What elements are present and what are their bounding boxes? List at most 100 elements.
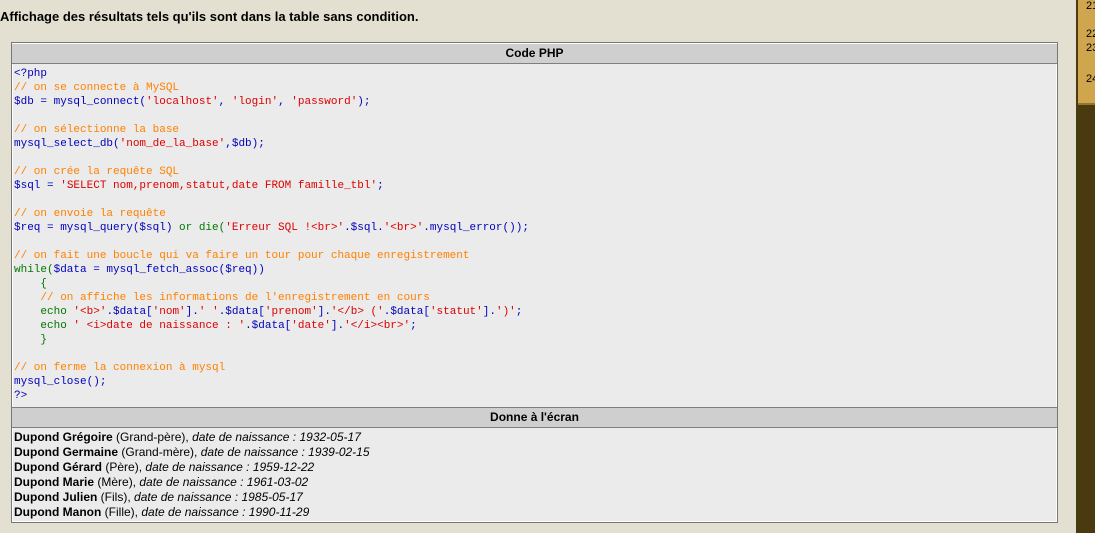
code-token: ; [377,180,384,192]
code-token: 'prenom' [264,306,318,318]
code-token: ); [357,96,371,108]
code-line: echo '<b>'.$data['nom'].' '.$data['preno… [14,305,1057,319]
code-token: 'SELECT nom,prenom,statut,date FROM fami… [60,180,378,192]
side-line-number: 22 [1086,28,1095,40]
code-token: } [14,334,48,346]
result-status: Grand-père [120,430,182,444]
code-token: { [14,278,48,290]
intro-text: Affichage des résultats tels qu'ils sont… [0,9,419,24]
code-line: mysql_select_db('nom_de_la_base',$db); [14,137,1057,151]
code-token: .$data[ [383,306,430,318]
code-line: ?> [14,389,1057,403]
code-token: ]. [482,306,496,318]
result-birthdate: date de naissance : 1985-05-17 [134,490,303,504]
birthdate-value: 1932-05-17 [299,430,361,444]
code-token: or die( [179,222,226,234]
code-line: // on se connecte à MySQL [14,81,1057,95]
code-token: 'nom' [152,306,186,318]
result-row: Dupond Germaine (Grand-mère), date de na… [14,445,370,459]
code-token: .$data[ [245,320,292,332]
code-token: 'nom_de_la_base' [119,138,226,150]
code-token: ')' [495,306,516,318]
code-token: '<br>' [383,222,424,234]
birthdate-label: date de naissance : [139,475,244,489]
code-line: // on envoie la requête [14,207,1057,221]
code-token: // on se connecte à MySQL [14,82,180,94]
result-birthdate: date de naissance : 1961-03-02 [139,475,308,489]
code-header: Code PHP [12,43,1057,64]
code-token: mysql_select_db( [14,138,120,150]
output-block: Dupond Grégoire (Grand-père), date de na… [12,428,1057,520]
result-status: Père [109,460,135,474]
code-line: } [14,333,1057,347]
code-line: $req = mysql_query($sql) or die('Erreur … [14,221,1057,235]
result-name: Dupond Gérard [14,460,103,474]
result-status: Fils [104,490,124,504]
code-line: $sql = 'SELECT nom,prenom,statut,date FR… [14,179,1057,193]
result-birthdate: date de naissance : 1939-02-15 [201,445,370,459]
code-token: ' ' [198,306,219,318]
code-token: .mysql_error()); [423,222,529,234]
code-token: '</i><br>' [344,320,411,332]
side-line-number: 21 [1086,0,1095,12]
code-line: echo ' <i>date de naissance : '.$data['d… [14,319,1057,333]
birthdate-value: 1990-11-29 [248,505,310,519]
code-line: $db = mysql_connect('localhost', 'login'… [14,95,1057,109]
code-token: mysql_close(); [14,376,107,388]
code-token: // on ferme la connexion à mysql [14,362,226,374]
result-status: Fille [108,505,131,519]
code-token: echo [14,306,74,318]
code-token: .$data[ [106,306,153,318]
code-token: '</b> (' [330,306,384,318]
code-token: .$sql. [344,222,384,234]
code-token: <?php [14,68,48,80]
code-token: .$data[ [218,306,265,318]
code-token: // on envoie la requête [14,208,166,220]
birthdate-label: date de naissance : [141,505,246,519]
code-line: // on crée la requête SQL [14,165,1057,179]
birthdate-label: date de naissance : [134,490,239,504]
result-row: Dupond Grégoire (Grand-père), date de na… [14,430,361,444]
birthdate-label: date de naissance : [192,430,297,444]
code-token: ' <i>date de naissance : ' [73,320,246,332]
result-status: Mère [101,475,129,489]
result-row: Dupond Julien (Fils), date de naissance … [14,490,303,504]
result-birthdate: date de naissance : 1959-12-22 [145,460,314,474]
code-token: // on affiche les informations de l'enre… [14,292,430,304]
code-token: echo [14,320,74,332]
code-token: 'password' [291,96,358,108]
birthdate-label: date de naissance : [145,460,250,474]
code-token: $data = mysql_fetch_assoc($req)) [53,264,265,276]
php-code-block: <?php// on se connecte à MySQL $db = mysq… [12,64,1057,407]
code-token: // on fait une boucle qui va faire un to… [14,250,470,262]
code-line: mysql_close(); [14,375,1057,389]
output-header: Donne à l'écran [12,407,1057,428]
code-token: 'localhost' [146,96,219,108]
line-number-panel: 21 22 23 24 [1078,0,1095,105]
code-token: $req = mysql_query($sql) [14,222,180,234]
code-line: // on affiche les informations de l'enre… [14,291,1057,305]
code-token: $db = mysql_connect( [14,96,147,108]
birthdate-value: 1961-03-02 [246,475,309,489]
code-token: ?> [14,390,28,402]
side-line-number: 24 [1086,73,1095,85]
code-token: 'statut' [429,306,483,318]
result-birthdate: date de naissance : 1990-11-29 [141,505,309,519]
code-token: ]. [317,306,331,318]
result-name: Dupond Manon [14,505,102,519]
code-token: $sql = [14,180,61,192]
birthdate-value: 1939-02-15 [308,445,370,459]
side-line-number: 23 [1086,42,1095,54]
code-token: ; [410,320,417,332]
code-line: while($data = mysql_fetch_assoc($req)) [14,263,1057,277]
code-line: // on sélectionne la base [14,123,1057,137]
birthdate-value: 1959-12-22 [252,460,315,474]
result-status: Grand-mère [125,445,191,459]
result-row: Dupond Marie (Mère), date de naissance :… [14,475,309,489]
code-example-box: Code PHP <?php// on se connecte à MySQL $… [11,42,1058,523]
code-token: ; [515,306,523,318]
